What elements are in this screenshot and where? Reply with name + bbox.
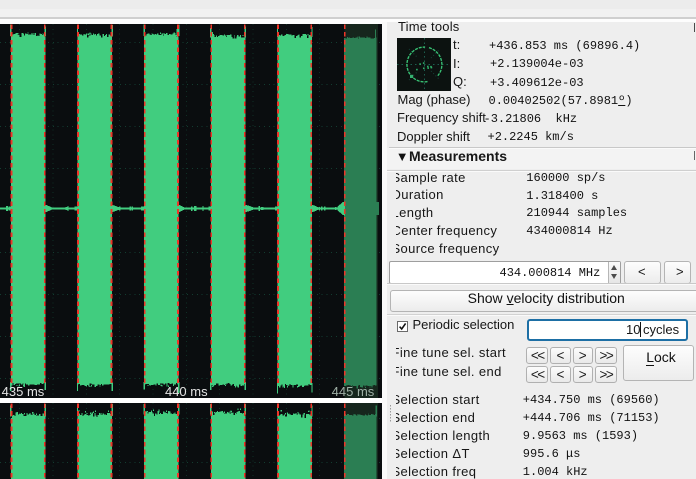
svg-text:435 ms: 435 ms	[2, 384, 45, 399]
svg-text:445 ms: 445 ms	[332, 384, 375, 399]
svg-text:440 ms: 440 ms	[165, 384, 208, 399]
